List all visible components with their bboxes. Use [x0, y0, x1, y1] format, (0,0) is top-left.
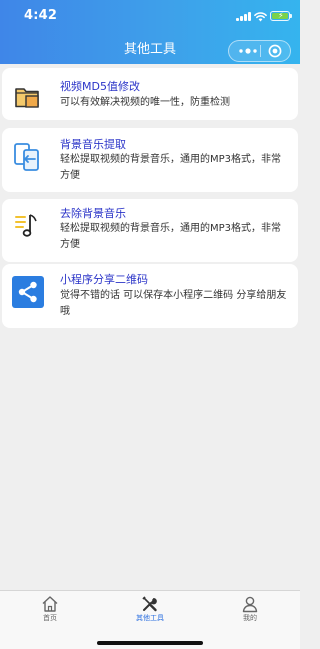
music-note-icon	[15, 214, 37, 237]
tab-tools[interactable]: 其他工具	[100, 591, 200, 631]
status-time: 4:42	[24, 8, 58, 23]
home-indicator	[97, 641, 203, 645]
capsule-divider	[260, 45, 261, 57]
tool-title: 背景音乐提取	[60, 138, 126, 151]
share-icon	[12, 276, 44, 308]
wifi-icon	[254, 12, 267, 22]
tool-description: 觉得不错的话 可以保存本小程序二维码 分享给朋友哦	[60, 290, 287, 317]
tool-description: 轻松提取视频的背景音乐，通用的MP3格式，非常方便	[60, 154, 282, 181]
header-bar: 4:42 ⚡ 其他工具	[0, 0, 300, 64]
tool-title: 小程序分享二维码	[60, 273, 148, 286]
tool-title: 去除背景音乐	[60, 207, 126, 220]
tab-home[interactable]: 首页	[0, 591, 100, 631]
cellular-signal-icon	[236, 12, 252, 21]
battery-icon: ⚡	[270, 11, 292, 21]
tab-label: 首页	[43, 614, 57, 622]
tool-description: 轻松提取视频的背景音乐，通用的MP3格式，非常方便	[60, 223, 282, 250]
tool-card-extract-music[interactable]: 背景音乐提取 轻松提取视频的背景音乐，通用的MP3格式，非常方便	[2, 128, 298, 192]
user-icon	[242, 596, 258, 613]
close-miniprogram-icon[interactable]	[268, 44, 282, 58]
miniprogram-capsule	[228, 40, 291, 62]
extract-audio-icon	[14, 143, 39, 171]
tool-card-share-qrcode[interactable]: 小程序分享二维码 觉得不错的话 可以保存本小程序二维码 分享给朋友哦	[2, 264, 298, 328]
tab-me[interactable]: 我的	[200, 591, 300, 631]
tools-icon	[142, 596, 157, 612]
tool-card-remove-music[interactable]: 去除背景音乐 轻松提取视频的背景音乐，通用的MP3格式，非常方便	[2, 199, 298, 262]
tab-label: 其他工具	[136, 614, 164, 622]
tool-title: 视频MD5值修改	[60, 80, 140, 93]
status-bar: 4:42 ⚡	[0, 0, 300, 32]
tab-label: 我的	[243, 614, 257, 622]
more-options-icon[interactable]	[237, 46, 259, 56]
home-icon	[42, 596, 58, 612]
tool-card-md5[interactable]: 视频MD5值修改 可以有效解决视频的唯一性，防重检测	[2, 68, 298, 120]
tool-description: 可以有效解决视频的唯一性，防重检测	[60, 97, 230, 108]
folder-icon	[15, 88, 39, 108]
